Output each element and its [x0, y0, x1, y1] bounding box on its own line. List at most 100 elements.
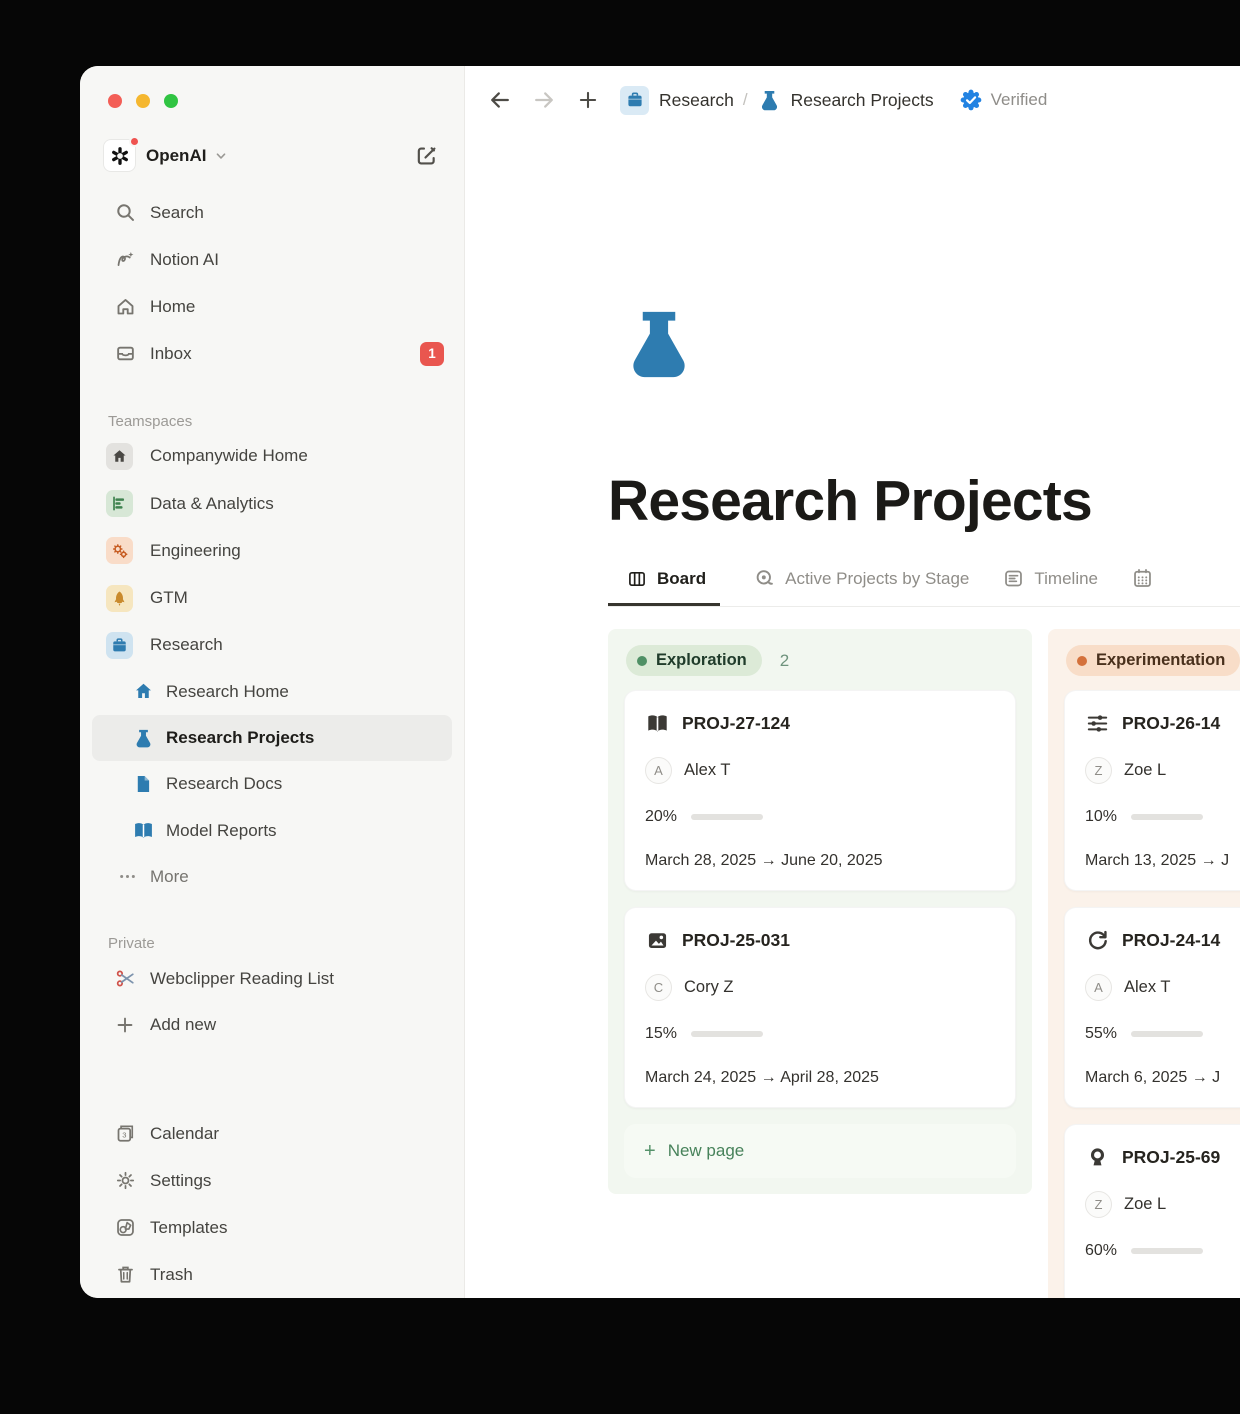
gear-icon — [114, 1170, 136, 1192]
project-id: PROJ-24-14 — [1122, 930, 1220, 951]
project-card[interactable]: PROJ-24-14 A Alex T 55% March 6, 2025 → … — [1064, 907, 1240, 1108]
progress-bar — [691, 814, 763, 820]
stage-view-icon — [754, 568, 775, 589]
home-icon — [114, 296, 136, 318]
notion-ai-icon — [114, 249, 136, 271]
page-title[interactable]: Research Projects — [608, 468, 1240, 534]
project-card[interactable]: PROJ-25-031 C Cory Z 15% March 24, 2025 … — [624, 907, 1016, 1108]
status-dot — [637, 656, 647, 666]
open-book-icon — [132, 820, 154, 842]
topbar: Research / Research Projects Verified — [465, 66, 1240, 134]
board-column-experimentation: Experimentation PROJ-26-14 Z Zoe L — [1048, 629, 1240, 1298]
project-card[interactable]: PROJ-27-124 A Alex T 20% March 28, 2025 … — [624, 690, 1016, 891]
gears-tile-icon — [106, 537, 133, 564]
board: Exploration 2 PROJ-27-124 A Alex T — [608, 629, 1240, 1298]
date-range: March 24, 2025 → April 28, 2025 — [645, 1069, 995, 1087]
sidebar-nav: Search Notion AI Home Inbox 1 — [80, 189, 464, 377]
sidebar-item-notion-ai[interactable]: Notion AI — [80, 236, 464, 283]
tab-board[interactable]: Board — [608, 568, 720, 606]
sidebar-item-settings[interactable]: Settings — [80, 1157, 464, 1204]
main-area: Research / Research Projects Verified Re… — [465, 66, 1240, 1298]
ellipsis-icon — [116, 866, 138, 888]
sidebar-item-templates[interactable]: Templates — [80, 1204, 464, 1251]
workspace-name: OpenAI — [146, 146, 206, 166]
minimize-window-button[interactable] — [136, 94, 150, 108]
templates-icon — [114, 1217, 136, 1239]
page-flask-icon[interactable] — [620, 300, 698, 388]
date-range: March 28, 2025 → June 20, 2025 — [645, 852, 995, 870]
project-card[interactable]: PROJ-26-14 Z Zoe L 10% March 13, 2025 → … — [1064, 690, 1240, 891]
tab-timeline[interactable]: Timeline — [1003, 568, 1098, 606]
briefcase-tile-icon — [106, 632, 133, 659]
project-id: PROJ-25-69 — [1122, 1147, 1220, 1168]
breadcrumb-research-icon[interactable] — [620, 86, 649, 115]
scissors-icon — [114, 968, 136, 990]
sidebar-item-gtm[interactable]: GTM — [80, 574, 464, 621]
flask-icon — [757, 87, 783, 113]
forward-arrow-icon[interactable] — [532, 88, 556, 112]
status-pill-exploration[interactable]: Exploration — [626, 645, 762, 676]
sidebar-item-model-reports[interactable]: Model Reports — [80, 808, 464, 854]
sidebar-item-calendar[interactable]: Calendar — [80, 1110, 464, 1157]
inbox-badge: 1 — [420, 342, 444, 366]
close-window-button[interactable] — [108, 94, 122, 108]
status-pill-experimentation[interactable]: Experimentation — [1066, 645, 1240, 676]
sidebar-item-add-new[interactable]: Add new — [80, 1002, 464, 1048]
sidebar-item-more[interactable]: More — [80, 854, 464, 900]
progress-label: 20% — [645, 808, 677, 826]
assignee-name: Cory Z — [684, 978, 734, 997]
tab-active-projects-by-stage[interactable]: Active Projects by Stage — [754, 568, 969, 606]
sidebar: OpenAI Search Notion AI Home — [80, 66, 465, 1298]
breadcrumb-separator: / — [743, 90, 748, 110]
date-range: March 6, 2025 → J — [1085, 1069, 1240, 1087]
plus-icon — [114, 1014, 136, 1036]
verified-seal-icon — [960, 89, 982, 111]
bar-chart-tile-icon — [106, 490, 133, 517]
openai-logo-icon — [104, 140, 135, 171]
sidebar-item-research-home[interactable]: Research Home — [80, 669, 464, 715]
breadcrumb-research[interactable]: Research — [659, 90, 734, 111]
sliders-icon — [1085, 711, 1109, 735]
assignee-name: Alex T — [1124, 978, 1170, 997]
zoom-window-button[interactable] — [164, 94, 178, 108]
back-arrow-icon[interactable] — [488, 88, 512, 112]
new-page-icon[interactable] — [576, 88, 600, 112]
sidebar-item-inbox[interactable]: Inbox 1 — [80, 330, 464, 377]
house-tile-icon — [106, 443, 133, 470]
workspace-switcher[interactable]: OpenAI — [80, 134, 464, 177]
sidebar-footer: Calendar Settings Templates Trash — [80, 1110, 464, 1298]
compose-icon[interactable] — [415, 144, 438, 167]
sidebar-item-webclipper-reading-list[interactable]: Webclipper Reading List — [80, 956, 464, 1002]
sidebar-item-trash[interactable]: Trash — [80, 1251, 464, 1298]
avatar: C — [645, 974, 672, 1001]
sidebar-item-home[interactable]: Home — [80, 283, 464, 330]
plus-icon: + — [644, 1141, 656, 1161]
verified-label: Verified — [991, 90, 1048, 110]
tab-table[interactable] — [1132, 568, 1163, 606]
avatar: A — [645, 757, 672, 784]
image-icon — [645, 928, 669, 952]
new-page-button[interactable]: + New page — [624, 1124, 1016, 1178]
rocket-tile-icon — [106, 585, 133, 612]
timeline-view-icon — [1003, 568, 1024, 589]
calendar-icon — [114, 1123, 136, 1145]
assignee-name: Alex T — [684, 761, 730, 780]
assignee-name: Zoe L — [1124, 1195, 1166, 1214]
sidebar-item-research-docs[interactable]: Research Docs — [80, 761, 464, 807]
chevron-down-icon — [213, 148, 229, 164]
breadcrumb-research-projects[interactable]: Research Projects — [791, 90, 934, 111]
project-card[interactable]: PROJ-25-69 Z Zoe L 60% — [1064, 1124, 1240, 1298]
sidebar-item-data-analytics[interactable]: Data & Analytics — [80, 480, 464, 527]
column-header: Exploration 2 — [626, 645, 1016, 676]
trash-icon — [114, 1264, 136, 1286]
date-range: March 13, 2025 → J — [1085, 852, 1240, 870]
sidebar-item-research-projects[interactable]: Research Projects — [92, 715, 452, 761]
sidebar-item-companywide-home[interactable]: Companywide Home — [80, 433, 464, 480]
sidebar-item-search[interactable]: Search — [80, 189, 464, 236]
view-tabs: Board Active Projects by Stage Timeline — [608, 568, 1240, 607]
sidebar-item-engineering[interactable]: Engineering — [80, 527, 464, 574]
progress-bar — [1131, 814, 1203, 820]
sidebar-item-research[interactable]: Research — [80, 622, 464, 669]
verified-badge: Verified — [960, 89, 1048, 111]
app-window: OpenAI Search Notion AI Home — [80, 66, 1240, 1298]
